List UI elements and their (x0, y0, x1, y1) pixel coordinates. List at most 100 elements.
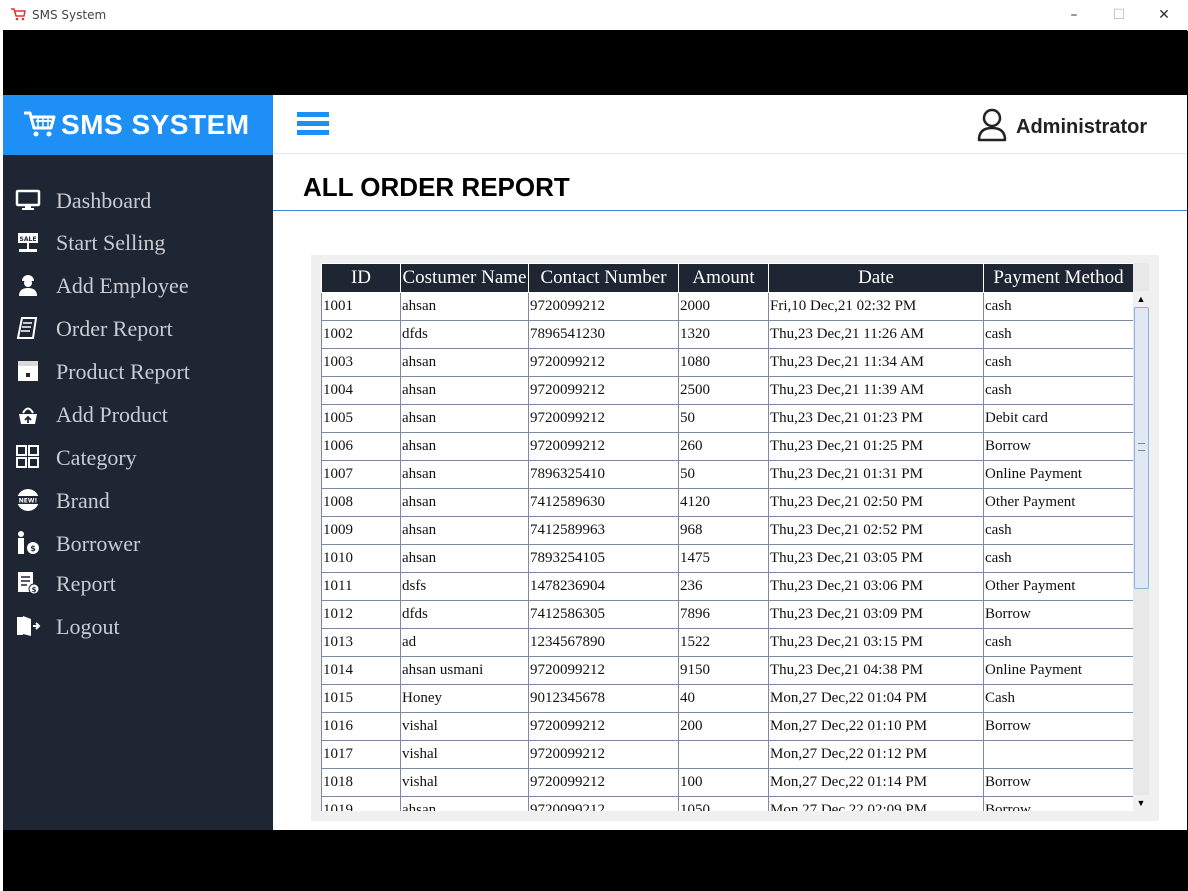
table-row[interactable]: 1010 ahsan 7893254105 1475 Thu,23 Dec,21 03:… (321, 544, 1134, 573)
sidebar-item-category[interactable]: Category (3, 438, 273, 476)
cell-customer-name: ahsan (400, 488, 529, 517)
close-button[interactable]: ✕ (1141, 0, 1187, 30)
cell-amount: 4120 (678, 488, 769, 517)
table-row[interactable]: 1001 ahsan 9720099212 2000 Fri,10 Dec,21 02:… (321, 292, 1134, 321)
sidebar-item-start-selling[interactable]: SALE Start Selling (3, 223, 273, 261)
sidebar-item-dashboard[interactable]: Dashboard (3, 181, 273, 219)
table-panel: ID Costumer Name Contact Number Amount D… (311, 255, 1159, 821)
table-row[interactable]: 1013 ad 1234567890 1522 Thu,23 Dec,21 03:15 … (321, 628, 1134, 657)
cell-customer-name: vishal (400, 740, 529, 769)
sidebar-item-label: Product Report (56, 359, 190, 384)
sidebar-item-label: Logout (56, 614, 120, 639)
scrollbar-thumb[interactable] (1134, 307, 1149, 589)
column-header-contact-number[interactable]: Contact Number (528, 263, 679, 293)
cell-amount: 40 (678, 684, 769, 713)
sidebar-item-add-product[interactable]: Add Product (3, 395, 273, 433)
sidebar-item-report[interactable]: $ Report (3, 564, 273, 602)
table-row[interactable]: 1014 ahsan usmani 9720099212 9150 Thu,23 Dec… (321, 656, 1134, 685)
table-row[interactable]: 1019 ahsan 9720099212 1050 Mon,27 Dec,22 02:… (321, 796, 1134, 811)
cell-amount: 1050 (678, 796, 769, 811)
table-header-row: ID Costumer Name Contact Number Amount D… (321, 263, 1134, 293)
table-row[interactable]: 1011 dsfs 1478236904 236 Thu,23 Dec,21 03:06… (321, 572, 1134, 601)
cell-id: 1015 (321, 684, 401, 713)
sidebar-item-product-report[interactable]: Product Report (3, 352, 273, 390)
cell-id: 1017 (321, 740, 401, 769)
title-divider (273, 210, 1187, 211)
table-row[interactable]: 1009 ahsan 7412589963 968 Thu,23 Dec,21 02:5… (321, 516, 1134, 545)
cell-payment-method: cash (983, 516, 1134, 545)
table-row[interactable]: 1012 dfds 7412586305 7896 Thu,23 Dec,21 03:0… (321, 600, 1134, 629)
table-row[interactable]: 1002 dfds 7896541230 1320 Thu,23 Dec,21 11:2… (321, 320, 1134, 349)
sidebar-item-label: Category (56, 445, 137, 470)
cell-date: Thu,23 Dec,21 03:05 PM (768, 544, 984, 573)
cell-date: Mon,27 Dec,22 01:14 PM (768, 768, 984, 797)
column-header-payment-method[interactable]: Payment Method (983, 263, 1134, 293)
cell-contact-number: 1234567890 (528, 628, 679, 657)
cell-date: Mon,27 Dec,22 01:10 PM (768, 712, 984, 741)
cell-customer-name: dsfs (400, 572, 529, 601)
table-row[interactable]: 1008 ahsan 7412589630 4120 Thu,23 Dec,21 02:… (321, 488, 1134, 517)
svg-text:NEW!: NEW! (19, 498, 37, 505)
minimize-button[interactable]: – (1051, 0, 1097, 30)
sidebar-item-logout[interactable]: Logout (3, 607, 273, 645)
user-name[interactable]: Administrator (1016, 116, 1147, 139)
cell-customer-name: ahsan (400, 432, 529, 461)
vertical-scrollbar[interactable]: ▲ ▼ (1133, 263, 1149, 811)
cell-customer-name: ahsan (400, 544, 529, 573)
maximize-button[interactable]: ☐ (1096, 0, 1142, 30)
column-header-amount[interactable]: Amount (678, 263, 769, 293)
sidebar-item-add-employee[interactable]: Add Employee (3, 266, 273, 304)
column-header-date[interactable]: Date (768, 263, 984, 293)
table-row[interactable]: 1003 ahsan 9720099212 1080 Thu,23 Dec,21 11:… (321, 348, 1134, 377)
table-row[interactable]: 1018 vishal 9720099212 100 Mon,27 Dec,22 01:… (321, 768, 1134, 797)
add-product-icon (19, 407, 37, 424)
main-content: ALL ORDER REPORT ID Costumer Name Contac… (273, 154, 1187, 830)
report-icon: $ (18, 572, 40, 595)
svg-text:SALE: SALE (20, 236, 37, 243)
cell-date: Thu,23 Dec,21 01:23 PM (768, 404, 984, 433)
cell-date: Thu,23 Dec,21 02:52 PM (768, 516, 984, 545)
cell-amount: 100 (678, 768, 769, 797)
table-row[interactable]: 1006 ahsan 9720099212 260 Thu,23 Dec,21 01:2… (321, 432, 1134, 461)
cell-payment-method: Online Payment (983, 460, 1134, 489)
cell-date: Thu,23 Dec,21 11:34 AM (768, 348, 984, 377)
table-row[interactable]: 1005 ahsan 9720099212 50 Thu,23 Dec,21 01:23… (321, 404, 1134, 433)
sidebar-item-borrower[interactable]: $ Borrower (3, 524, 273, 562)
cell-customer-name: vishal (400, 768, 529, 797)
cell-payment-method: cash (983, 628, 1134, 657)
cell-date: Mon,27 Dec,22 01:04 PM (768, 684, 984, 713)
cell-amount: 1320 (678, 320, 769, 349)
user-icon[interactable] (977, 108, 1007, 142)
window-title: SMS System (32, 8, 107, 22)
scroll-down-arrow-icon[interactable]: ▼ (1133, 795, 1149, 811)
cell-date: Mon,27 Dec,22 02:09 PM (768, 796, 984, 811)
sidebar-item-order-report[interactable]: Order Report (3, 309, 273, 347)
table-row[interactable]: 1015 Honey 9012345678 40 Mon,27 Dec,22 01:04… (321, 684, 1134, 713)
cell-customer-name: ad (400, 628, 529, 657)
cell-date: Fri,10 Dec,21 02:32 PM (768, 292, 984, 321)
cell-payment-method: Debit card (983, 404, 1134, 433)
table-row[interactable]: 1016 vishal 9720099212 200 Mon,27 Dec,22 01:… (321, 712, 1134, 741)
cell-contact-number: 1478236904 (528, 572, 679, 601)
cell-customer-name: vishal (400, 712, 529, 741)
sidebar-item-brand[interactable]: NEW! Brand (3, 481, 273, 519)
cell-customer-name: ahsan (400, 376, 529, 405)
top-black-area (3, 30, 1187, 95)
order-table[interactable]: ID Costumer Name Contact Number Amount D… (321, 263, 1134, 811)
cell-contact-number: 9720099212 (528, 712, 679, 741)
cell-amount: 9150 (678, 656, 769, 685)
cell-payment-method: Other Payment (983, 488, 1134, 517)
cell-contact-number: 9720099212 (528, 768, 679, 797)
hamburger-menu-icon[interactable] (297, 112, 329, 138)
scroll-up-arrow-icon[interactable]: ▲ (1133, 291, 1149, 307)
order-table-container[interactable]: ID Costumer Name Contact Number Amount D… (321, 263, 1149, 811)
svg-text:$: $ (32, 586, 37, 594)
sidebar-item-label: Order Report (56, 316, 173, 341)
cell-payment-method (983, 740, 1134, 769)
table-row[interactable]: 1004 ahsan 9720099212 2500 Thu,23 Dec,21 11:… (321, 376, 1134, 405)
column-header-id[interactable]: ID (321, 263, 401, 293)
column-header-customer-name[interactable]: Costumer Name (400, 263, 529, 293)
table-row[interactable]: 1007 ahsan 7896325410 50 Thu,23 Dec,21 01:31… (321, 460, 1134, 489)
bottom-black-area (3, 830, 1187, 891)
table-row[interactable]: 1017 vishal 9720099212 Mon,27 Dec,22 01:12 … (321, 740, 1134, 769)
